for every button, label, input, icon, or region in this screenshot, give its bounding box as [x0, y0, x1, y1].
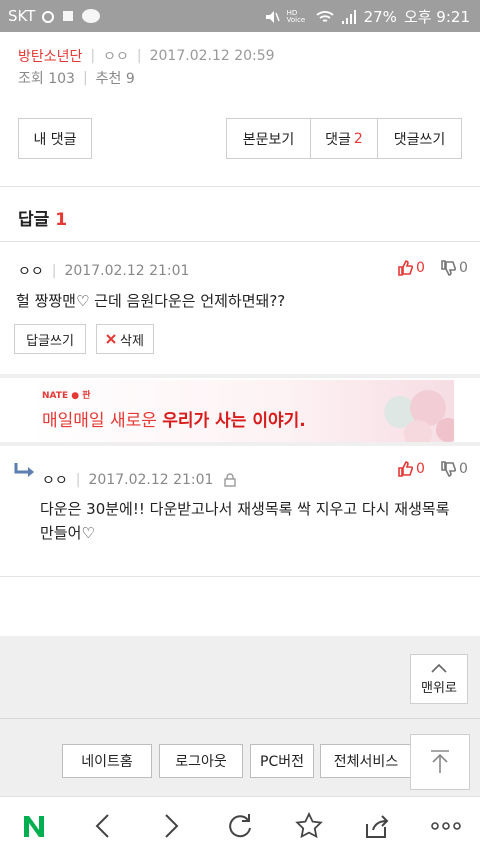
chevron-up-icon: [431, 663, 447, 673]
replies-header: 답글 1: [18, 205, 67, 230]
separator: |: [51, 263, 57, 279]
talk-icon: [82, 9, 101, 23]
comments-button[interactable]: 댓글 2: [310, 118, 378, 159]
write-comment-button[interactable]: 댓글쓰기: [377, 118, 462, 159]
separator: |: [75, 472, 81, 488]
comment-text: 헐 짱짱맨♡ 근데 음원다운은 언제하면돼??: [16, 292, 286, 310]
comment-meta: ㅇㅇ | 2017.02.12 21:01: [18, 261, 189, 281]
like-count: 0: [416, 461, 425, 477]
delete-label: 삭제: [120, 333, 144, 349]
more-menu-icon[interactable]: [426, 806, 466, 846]
post-meta: 방탄소년단 | ㅇㅇ | 2017.02.12 20:59: [18, 46, 275, 66]
notification-icon: [42, 11, 55, 23]
divider: [0, 576, 480, 577]
comments-count: 2: [353, 130, 363, 147]
status-left: SKT: [8, 7, 101, 25]
my-comments-button[interactable]: 내 댓글: [18, 118, 92, 159]
comments-label: 댓글: [325, 131, 351, 148]
divider: [0, 442, 480, 446]
back-icon[interactable]: [83, 806, 123, 846]
thumbs-up-icon: [398, 260, 413, 276]
group-link[interactable]: 방탄소년단: [18, 46, 82, 66]
divider: [0, 718, 480, 719]
scroll-top-label: 맨위로: [421, 680, 457, 696]
ad-tagline: 매일매일 새로운 우리가 사는 이야기.: [42, 406, 306, 431]
pearls-image: [384, 390, 454, 442]
replies-title: 답글: [18, 210, 50, 230]
footer-link-logout[interactable]: 로그아웃: [159, 744, 243, 778]
comment-datetime: 2017.02.12 21:01: [64, 263, 190, 279]
lock-icon: [224, 473, 237, 487]
dislike-button[interactable]: 0: [440, 260, 468, 276]
comment-datetime: 2017.02.12 21:01: [88, 472, 214, 488]
separator: |: [136, 48, 142, 64]
separator: |: [82, 70, 88, 86]
hd-voice-label: HD Voice: [286, 8, 306, 24]
replies-count: 1: [55, 210, 68, 230]
arrow-up-icon: [431, 750, 449, 773]
status-right: HD Voice 27% 오후 9:21: [264, 6, 470, 27]
app-icon: [63, 11, 74, 21]
like-button[interactable]: 0: [397, 260, 425, 276]
view-post-button[interactable]: 본문보기: [226, 118, 311, 159]
comment-meta: ㅇㅇ | 2017.02.12 21:01: [42, 470, 237, 490]
recommend-count: 추천 9: [95, 71, 135, 87]
reply-arrow-icon: [14, 463, 34, 477]
share-icon[interactable]: [357, 806, 397, 846]
divider: [0, 374, 480, 378]
thumbs-down-icon: [441, 260, 456, 276]
refresh-icon[interactable]: [220, 806, 260, 846]
dislike-count: 0: [459, 260, 468, 276]
divider: [0, 241, 480, 242]
status-bar: SKT HD Voice 27% 오후 9:21: [0, 0, 480, 32]
browser-navbar: [0, 796, 480, 854]
like-button[interactable]: 0: [397, 461, 425, 477]
signal-icon: [341, 9, 356, 24]
nate-home-icon[interactable]: [14, 806, 54, 846]
delete-button[interactable]: 삭제: [96, 324, 154, 354]
view-count: 조회 103: [18, 71, 75, 87]
like-count: 0: [416, 260, 425, 276]
footer-link-home[interactable]: 네이트홈: [62, 744, 152, 778]
ad-tagline-bold: 우리가 사는 이야기.: [162, 411, 306, 431]
comment-author: ㅇㅇ: [18, 264, 44, 280]
comment-author: ㅇㅇ: [42, 473, 68, 489]
battery-percent: 27%: [363, 7, 397, 26]
post-datetime: 2017.02.12 20:59: [149, 48, 275, 64]
ad-banner[interactable]: NATE ● 판 매일매일 새로운 우리가 사는 이야기.: [28, 380, 454, 442]
ad-tagline-plain: 매일매일 새로운: [42, 411, 163, 431]
separator: |: [90, 48, 96, 64]
footer-link-pc[interactable]: PC버전: [250, 744, 314, 778]
dislike-button[interactable]: 0: [440, 461, 468, 477]
footer-link-services[interactable]: 전체서비스: [320, 744, 412, 778]
mute-icon: [265, 10, 280, 23]
post-stats: 조회 103 | 추천 9: [18, 68, 135, 88]
reply-write-button[interactable]: 답글쓰기: [14, 324, 86, 354]
wifi-icon: [315, 10, 334, 22]
close-icon: [106, 334, 116, 344]
thumbs-up-icon: [398, 461, 413, 477]
thumbs-down-icon: [441, 461, 456, 477]
scroll-top-button[interactable]: 맨위로: [410, 654, 468, 704]
carrier-label: SKT: [8, 7, 36, 25]
comment-text: 다운은 30분에!! 다운받고나서 재생목록 싹 지우고 다시 재생목록 만들어…: [40, 500, 450, 542]
clock: 오후 9:21: [403, 8, 470, 26]
page-top-button[interactable]: [410, 734, 470, 790]
author-name: ㅇㅇ: [103, 49, 129, 65]
divider: [0, 186, 480, 187]
bookmark-star-icon[interactable]: [289, 806, 329, 846]
ad-brand: NATE ● 판: [42, 391, 91, 401]
forward-icon[interactable]: [151, 806, 191, 846]
dislike-count: 0: [459, 461, 468, 477]
